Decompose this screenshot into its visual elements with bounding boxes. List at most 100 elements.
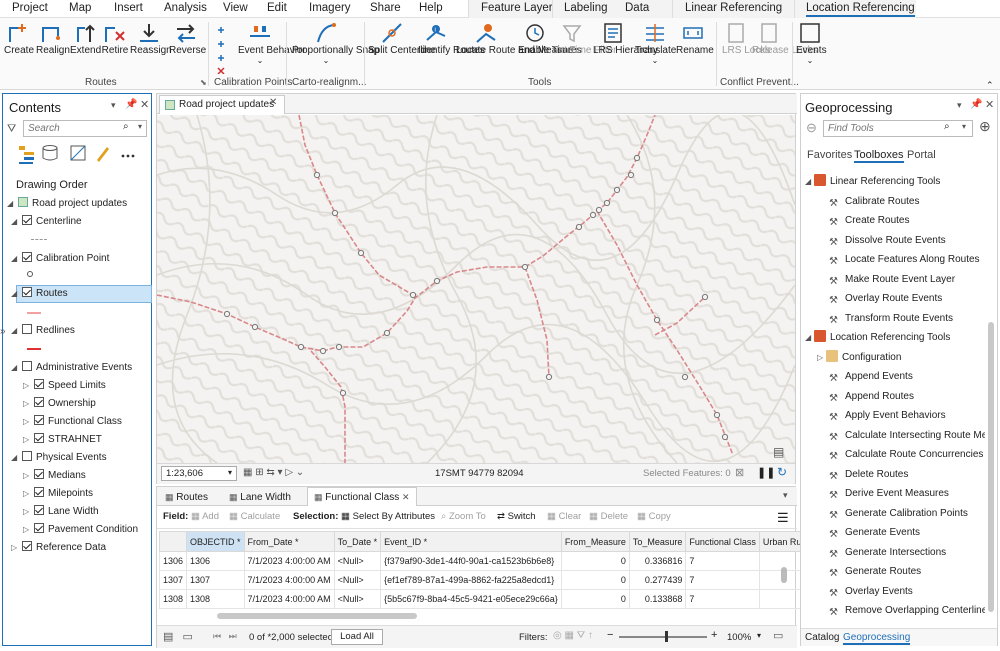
tab-list-icon[interactable]: ▾ — [783, 490, 788, 501]
map-nav-tools-icon[interactable]: ▦ ⊞ ⇆ ▾ ▷ ⌄ — [243, 467, 304, 478]
menu-map[interactable]: Map — [69, 2, 91, 14]
column-header[interactable]: Functional Class — [685, 531, 760, 552]
pane-options-icon[interactable]: ▾ — [957, 100, 962, 111]
tool-item[interactable]: ⚒ Transform Route Events — [829, 311, 953, 327]
search-icon[interactable]: ⌕ — [123, 121, 129, 132]
side-collapse-icon[interactable]: » — [0, 326, 6, 337]
tool-item[interactable]: ⚒ Calibrate Routes — [829, 194, 919, 210]
menu-data[interactable]: Data — [625, 2, 649, 14]
layer-checkbox[interactable] — [34, 505, 44, 515]
expand-icon[interactable]: ▷ — [23, 396, 31, 412]
layer-checkbox[interactable] — [34, 523, 44, 533]
expand-icon[interactable]: ▷ — [23, 504, 31, 520]
tool-item[interactable]: ⚒ Overlay Events — [829, 584, 913, 600]
zoom-dropdown-icon[interactable]: ▾ — [757, 631, 761, 640]
layer-checkbox[interactable] — [22, 361, 32, 371]
dropdown-icon[interactable]: ▾ — [228, 468, 232, 477]
tab-routes[interactable]: ▦ Routes — [159, 488, 214, 506]
tool-search-box[interactable]: ⌕ ▾ — [823, 120, 973, 137]
set-time-filter-button[interactable]: Set Time Filter — [552, 22, 616, 56]
pin-icon[interactable]: 📌 — [125, 99, 137, 110]
copy-selection-button[interactable]: ▦ Copy — [637, 511, 671, 522]
create-button[interactable]: Create — [4, 22, 34, 56]
collapse-icon[interactable]: ◢ — [805, 177, 811, 186]
rename-button[interactable]: Rename — [676, 22, 714, 56]
menu-location-referencing[interactable]: Location Referencing — [806, 2, 915, 17]
menu-help[interactable]: Help — [419, 2, 443, 14]
tool-item[interactable]: ⚒ Generate Calibration Points — [829, 506, 968, 522]
tool-item[interactable]: ⚒ Overlay Route Events — [829, 291, 942, 307]
map-node[interactable]: ◢ Road project updates — [7, 196, 127, 212]
layer-speed-limits[interactable]: ▷ Speed Limits — [23, 378, 106, 394]
zoom-slider-thumb[interactable] — [665, 631, 668, 642]
tool-item[interactable]: ⚒ Generate Routes — [829, 564, 921, 580]
table-view-icons[interactable]: ▤ ▭ — [163, 630, 193, 643]
tool-item[interactable]: ⚒ Append Routes — [829, 389, 914, 405]
pause-drawing-icon[interactable]: ❚❚ — [757, 466, 775, 479]
layer-reference-data[interactable]: ▷ Reference Data — [11, 540, 106, 556]
collapse-ribbon-icon[interactable]: ⌃ — [986, 80, 994, 91]
close-icon[interactable]: ✕ — [985, 98, 994, 111]
tool-item[interactable]: ⚒ Make Route Event Layer — [829, 272, 955, 288]
collapse-icon[interactable]: ◢ — [11, 360, 19, 376]
add-field-button[interactable]: ▦ Add — [191, 511, 219, 522]
layer-checkbox[interactable] — [34, 469, 44, 479]
collapse-icon[interactable]: ◢ — [7, 196, 15, 212]
collapse-icon[interactable]: ◢ — [11, 450, 19, 466]
search-dropdown-icon[interactable]: ▾ — [962, 122, 966, 131]
column-header[interactable]: Urban Ru — [758, 531, 806, 552]
tool-item[interactable]: ⚒ Dissolve Route Events — [829, 233, 946, 249]
tool-list-scrollbar[interactable] — [988, 322, 994, 612]
menu-edit[interactable]: Edit — [267, 2, 287, 14]
pane-options-icon[interactable]: ▾ — [111, 100, 116, 111]
layer-ownership[interactable]: ▷ Ownership — [23, 396, 96, 412]
layer-routes[interactable]: ◢ Routes — [11, 286, 68, 302]
layer-checkbox[interactable] — [22, 324, 32, 334]
close-tab-icon[interactable]: ✕ — [269, 97, 277, 108]
expand-icon[interactable]: ▷ — [11, 540, 19, 556]
tool-item[interactable]: ⚒ Locate Features Along Routes — [829, 252, 980, 268]
column-header[interactable]: To_Measure — [628, 531, 687, 552]
search-dropdown-icon[interactable]: ▾ — [138, 122, 142, 131]
tab-geoprocessing[interactable]: Geoprocessing — [843, 632, 911, 645]
locate-route-button[interactable]: Locate Route and Measures — [456, 22, 582, 56]
close-tab-icon[interactable]: ✕ — [402, 492, 410, 502]
basemap-icon[interactable]: ▤ — [773, 445, 784, 459]
refresh-icon[interactable]: ↻ — [777, 465, 787, 479]
tab-favorites[interactable]: Favorites — [807, 149, 852, 161]
table-row[interactable]: 1308 1308 7/1/2023 4:00:00 AM <Null> {5b… — [158, 589, 806, 609]
tool-item[interactable]: ⚒ Remove Overlapping Centerlines — [829, 603, 985, 619]
group-administrative-events[interactable]: ◢ Administrative Events — [11, 360, 132, 376]
clear-selection-button[interactable]: ▦ Clear — [547, 511, 581, 522]
menu-analysis[interactable]: Analysis — [164, 2, 207, 14]
retire-button[interactable]: Retire — [101, 22, 129, 56]
load-all-button[interactable]: Load All — [331, 629, 383, 645]
layer-functional-class[interactable]: ▷ Functional Class — [23, 414, 122, 430]
tool-item[interactable]: ⚒ Append Events — [829, 369, 913, 385]
layer-lane-width[interactable]: ▷ Lane Width — [23, 504, 99, 520]
proportionally-snap-button[interactable]: Proportionally Snap ⌄ — [292, 22, 379, 66]
tool-search-input[interactable] — [828, 122, 938, 135]
toolbox-location-referencing[interactable]: ◢ Location Referencing Tools — [805, 330, 950, 346]
layer-redlines[interactable]: ◢ Redlines — [11, 323, 75, 339]
map-tab[interactable]: Road project updates — [159, 95, 285, 114]
layer-checkbox[interactable] — [22, 287, 32, 297]
tab-toolboxes[interactable]: Toolboxes — [854, 149, 904, 163]
expand-icon[interactable]: ▷ — [23, 468, 31, 484]
release-locks-button[interactable]: Release Locks — [752, 22, 818, 56]
expand-icon[interactable]: ▷ — [23, 522, 31, 538]
reverse-button[interactable]: Reverse — [169, 22, 206, 56]
tool-item[interactable]: ⚒Calculate Intersecting Route Measu — [829, 428, 985, 444]
toolset-configuration[interactable]: ▷ Configuration — [817, 350, 901, 366]
tool-item[interactable]: ⚒ Create Routes — [829, 213, 909, 229]
table-options-icon[interactable]: ▭ — [773, 629, 783, 642]
tool-item[interactable]: ⚒ Delete Routes — [829, 467, 908, 483]
layer-centerline[interactable]: ◢ Centerline — [11, 214, 82, 230]
column-header[interactable]: To_Date * — [333, 531, 382, 552]
column-header[interactable]: From_Measure — [560, 531, 630, 552]
zoom-out-icon[interactable]: − — [607, 629, 613, 641]
collapse-icon[interactable]: ◢ — [11, 323, 19, 339]
lrs-locks-button[interactable]: LRS Locks — [722, 22, 770, 56]
layer-checkbox[interactable] — [22, 541, 32, 551]
menu-imagery[interactable]: Imagery — [309, 2, 351, 14]
